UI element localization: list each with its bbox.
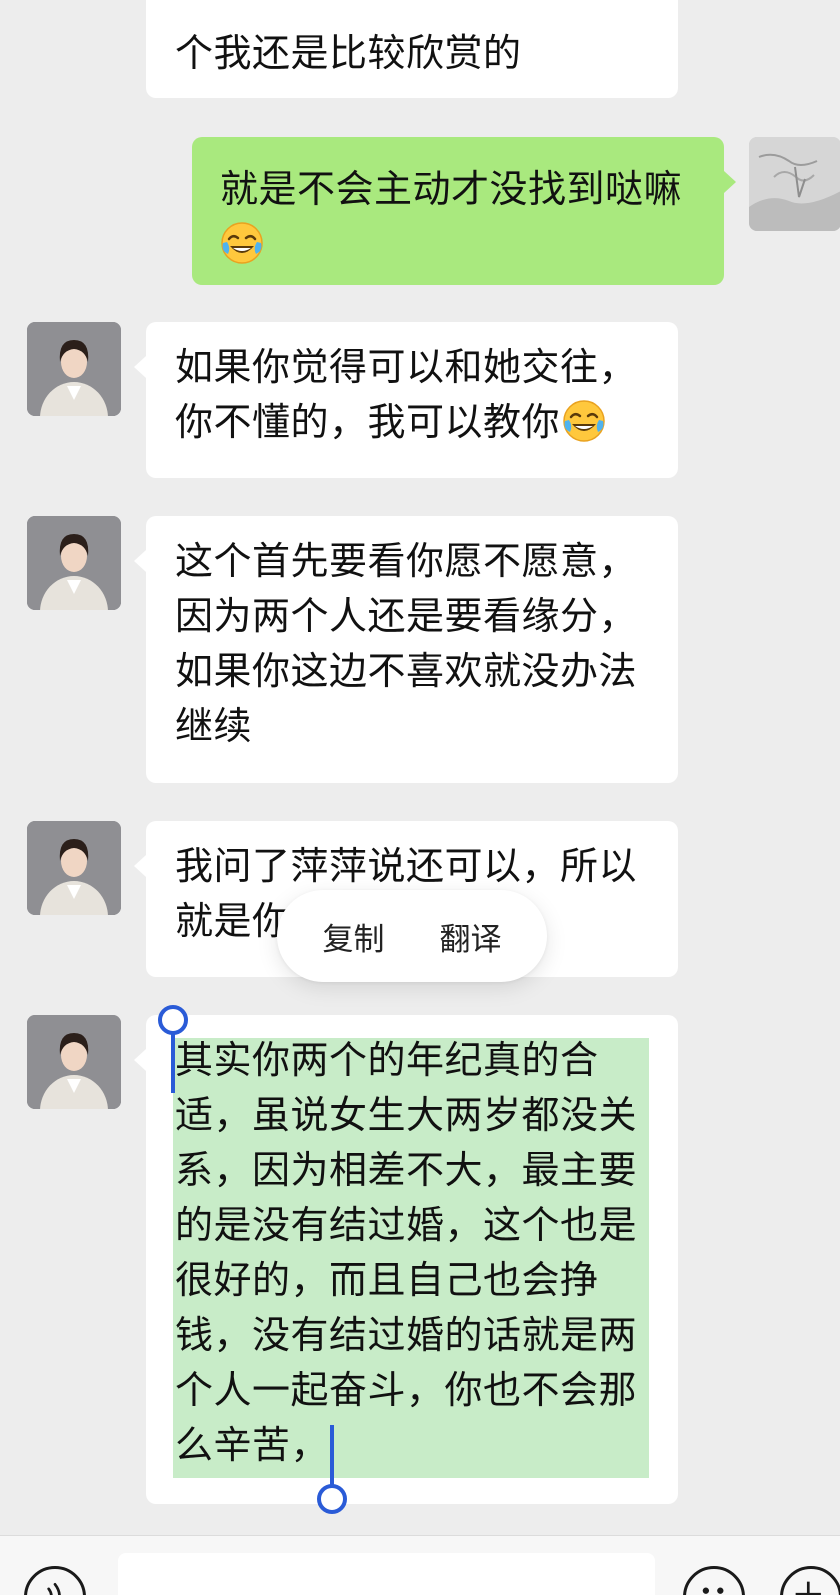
message-line: 个人一起奋斗，你也不会那 [175, 1368, 638, 1412]
message-line: 么辛苦， [175, 1423, 330, 1467]
message-line: 因为两个人还是要看缘分， [175, 594, 638, 638]
contact-avatar[interactable] [27, 516, 121, 610]
message-line: 这个首先要看你愿不愿意， [175, 539, 638, 583]
message-line: 个我还是比较欣赏的 [175, 31, 522, 75]
emoji-icon-glyph [702, 1587, 724, 1594]
emoji-icon[interactable] [683, 1566, 745, 1595]
contact-avatar-image [27, 516, 121, 610]
message-line: 继续 [175, 704, 253, 748]
text-context-menu: 复制 翻译 [277, 890, 547, 982]
voice-icon[interactable] [24, 1566, 86, 1595]
contact-avatar-image [27, 821, 121, 915]
message-line: 就是不会主动才没找到哒嘛 [220, 167, 683, 211]
selection-end-handle[interactable] [317, 1484, 347, 1514]
message-line: 很好的，而且自己也会挣 [175, 1258, 599, 1302]
message-line: 如果你觉得可以和她交往， [175, 345, 638, 389]
crying-laughing-emoji-icon [221, 222, 263, 264]
message-line: 的是没有结过婚，这个也是 [175, 1203, 638, 1247]
message-line: 钱，没有结过婚的话就是两 [175, 1313, 638, 1357]
chat-area[interactable]: 个我还是比较欣赏的 就是不会主动才没找到哒嘛 如果你觉得可以和她交往， 你不懂的… [0, 0, 840, 1535]
message-input[interactable] [118, 1553, 655, 1595]
contact-avatar-image [27, 1015, 121, 1109]
contact-avatar-image [27, 322, 121, 416]
contact-avatar[interactable] [27, 821, 121, 915]
selected-message-bubble[interactable]: 其实你两个的年纪真的合 适，虽说女生大两岁都没关 系，因为相差不大，最主要 的是… [134, 1015, 678, 1504]
message-line: 适，虽说女生大两岁都没关 [175, 1093, 638, 1137]
message-bubble[interactable]: 个我还是比较欣赏的 [146, 0, 678, 98]
translate-button[interactable]: 翻译 [428, 904, 514, 969]
message-line: 其实你两个的年纪真的合 [175, 1038, 599, 1082]
voice-icon-glyph [47, 1583, 61, 1595]
message-line: 就是你 [175, 899, 291, 943]
contact-avatar[interactable] [27, 1015, 121, 1109]
message-bubble[interactable]: 如果你觉得可以和她交往， 你不懂的，我可以教你 [134, 322, 678, 478]
input-bar [0, 1535, 840, 1595]
message-line: 系，因为相差不大，最主要 [175, 1148, 638, 1192]
copy-button[interactable]: 复制 [311, 904, 397, 969]
crying-laughing-emoji-icon [563, 400, 605, 442]
contact-avatar[interactable] [27, 322, 121, 416]
message-line: 我问了萍萍说还可以，所以 [175, 844, 638, 888]
selection-start-handle[interactable] [158, 1005, 188, 1035]
message-line: 如果你这边不喜欢就没办法 [175, 649, 638, 693]
plus-icon-glyph [795, 1581, 821, 1595]
message-bubble[interactable]: 这个首先要看你愿不愿意， 因为两个人还是要看缘分， 如果你这边不喜欢就没办法 继… [134, 516, 678, 783]
self-avatar[interactable] [749, 137, 840, 231]
message-line: 你不懂的，我可以教你 [175, 400, 561, 444]
plus-icon[interactable] [780, 1566, 840, 1595]
self-message-bubble[interactable]: 就是不会主动才没找到哒嘛 [192, 137, 736, 285]
selection-start-caret [171, 1033, 175, 1093]
self-avatar-image [749, 137, 840, 231]
selection-end-caret [330, 1425, 334, 1493]
